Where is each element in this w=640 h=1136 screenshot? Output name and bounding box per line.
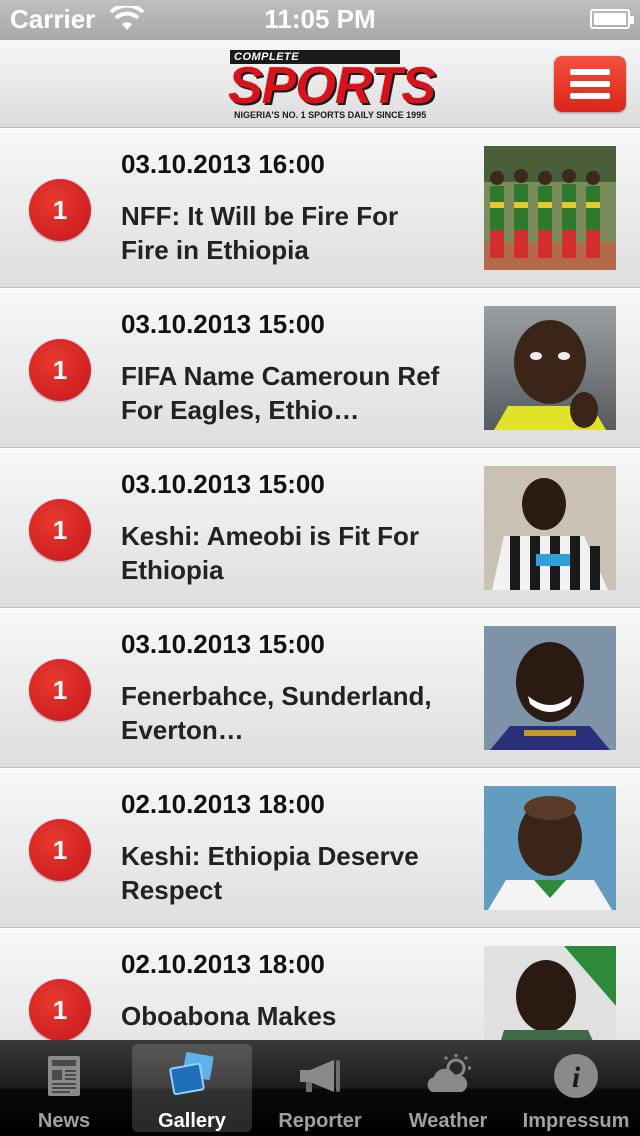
unread-count-badge: 1 (29, 819, 91, 881)
unread-count-badge: 1 (29, 499, 91, 561)
article-thumbnail (484, 466, 616, 590)
article-date: 02.10.2013 18:00 (121, 949, 325, 979)
tab-news[interactable]: News (4, 1044, 124, 1132)
tab-weather[interactable]: Weather (388, 1044, 508, 1132)
article-title: Keshi: Ethiopia Deserve Respect (121, 841, 419, 905)
tab-label: Gallery (158, 1110, 226, 1132)
article-date: 03.10.2013 15:00 (121, 309, 325, 339)
gallery-photos-icon (169, 1052, 214, 1096)
megaphone-icon (300, 1060, 340, 1092)
logo-tagline: NIGERIA'S NO. 1 SPORTS DAILY SINCE 1995 (234, 110, 427, 120)
status-time: 11:05 PM (264, 4, 376, 34)
info-icon: i (554, 1054, 598, 1098)
unread-count-badge: 1 (29, 339, 91, 401)
article-date: 03.10.2013 16:00 (121, 149, 325, 179)
menu-button[interactable] (554, 56, 626, 112)
app-header: COMPLETE SPORTS NIGERIA'S NO. 1 SPORTS D… (0, 40, 640, 128)
article-thumbnail (484, 626, 616, 750)
article-date: 03.10.2013 15:00 (121, 629, 325, 659)
tab-reporter[interactable]: Reporter (260, 1044, 380, 1132)
article-date: 02.10.2013 18:00 (121, 789, 325, 819)
article-title: Fenerbahce, Sunderland, Everton… (121, 681, 432, 745)
article-title: NFF: It Will be Fire For Fire in Ethiopi… (121, 201, 399, 265)
article-row[interactable]: 1 03.10.2013 15:00 FIFA Name Cameroun Re… (0, 288, 640, 448)
article-row[interactable]: 1 02.10.2013 18:00 Keshi: Ethiopia Deser… (0, 768, 640, 928)
weather-cloud-sun-icon (427, 1054, 471, 1092)
unread-count-badge: 1 (29, 179, 91, 241)
article-row[interactable]: 1 03.10.2013 15:00 Keshi: Ameobi is Fit … (0, 448, 640, 608)
svg-text:i: i (572, 1061, 581, 1094)
article-row[interactable]: 1 03.10.2013 16:00 NFF: It Will be Fire … (0, 128, 640, 288)
article-row[interactable]: 1 03.10.2013 15:00 Fenerbahce, Sunderlan… (0, 608, 640, 768)
unread-count-badge: 1 (29, 979, 91, 1040)
tab-label: News (37, 1110, 91, 1132)
article-thumbnail (484, 786, 616, 910)
battery-icon (590, 9, 634, 29)
tab-label: Weather (408, 1110, 488, 1132)
article-title: Keshi: Ameobi is Fit For Ethiopia (121, 521, 420, 585)
logo-main-text: SPORTS (228, 57, 436, 115)
tab-bar: News Gallery Reporter Weather i Impressu… (0, 1040, 640, 1136)
article-title: FIFA Name Cameroun Ref For Eagles, Ethio… (121, 361, 440, 425)
article-date: 03.10.2013 15:00 (121, 469, 325, 499)
article-thumbnail (484, 946, 616, 1040)
status-bar: Carrier 11:05 PM (0, 0, 640, 40)
tab-label: Reporter (278, 1110, 362, 1132)
tab-gallery[interactable]: Gallery (132, 1044, 252, 1132)
article-row[interactable]: 1 02.10.2013 18:00 Oboabona Makes (0, 928, 640, 1040)
hamburger-menu-icon (570, 69, 610, 75)
tab-label: Impressum (522, 1110, 630, 1132)
article-thumbnail (484, 306, 616, 430)
article-thumbnail (484, 146, 616, 270)
complete-sports-logo[interactable]: COMPLETE SPORTS NIGERIA'S NO. 1 SPORTS D… (226, 48, 436, 122)
article-list[interactable]: 1 03.10.2013 16:00 NFF: It Will be Fire … (0, 128, 640, 1040)
unread-count-badge: 1 (29, 659, 91, 721)
newspaper-icon (48, 1056, 80, 1096)
tab-impressum[interactable]: i Impressum (516, 1044, 636, 1132)
article-title: Oboabona Makes (121, 1001, 337, 1031)
